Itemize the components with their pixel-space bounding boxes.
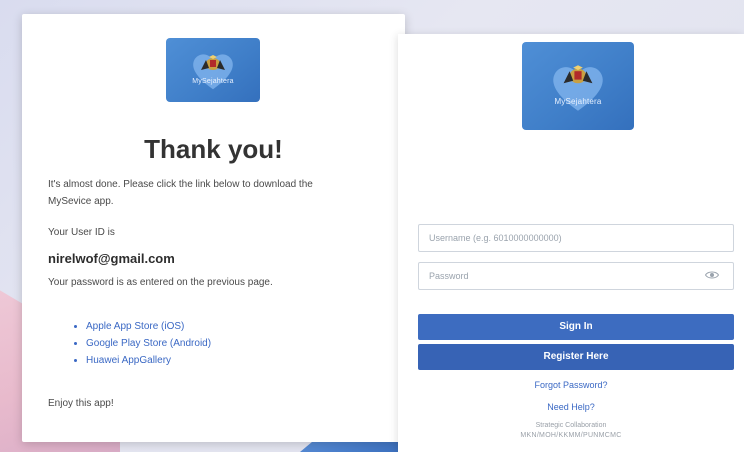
logo-brand-text: MySejahtera — [192, 77, 234, 85]
password-note: Your password is as entered on the previ… — [48, 277, 273, 288]
list-item: Huawei AppGallery — [86, 352, 211, 369]
user-id-value: nirelwof@gmail.com — [48, 251, 175, 266]
huawei-appgallery-link[interactable]: Huawei AppGallery — [86, 355, 171, 366]
footer-agencies-text: MKN/MOH/KKMM/PUNMCMC — [520, 432, 622, 439]
register-button[interactable]: Register Here — [418, 344, 734, 370]
crest-icon — [201, 54, 225, 70]
sign-in-button[interactable]: Sign In — [418, 314, 734, 340]
password-input[interactable] — [418, 262, 734, 290]
page-title: Thank you! — [144, 134, 283, 164]
forgot-password-link[interactable]: Forgot Password? — [398, 380, 744, 390]
app-logo: MySejahtera — [522, 42, 634, 130]
thank-you-card: MySejahtera Thank you! It's almost done.… — [22, 14, 405, 442]
list-item: Apple App Store (iOS) — [86, 318, 211, 335]
login-card: MySejahtera Sign In Register Here Forgot… — [398, 34, 744, 452]
list-item: Google Play Store (Android) — [86, 335, 211, 352]
username-input[interactable] — [418, 224, 734, 252]
user-id-label: Your User ID is — [48, 227, 115, 238]
google-play-store-link[interactable]: Google Play Store (Android) — [86, 338, 211, 349]
crest-icon — [563, 65, 593, 84]
eye-icon[interactable] — [702, 270, 722, 282]
store-link-list: Apple App Store (iOS) Google Play Store … — [74, 318, 211, 369]
app-logo: MySejahtera — [166, 38, 260, 102]
apple-app-store-link[interactable]: Apple App Store (iOS) — [86, 321, 184, 332]
intro-text: It's almost done. Please click the link … — [48, 179, 313, 207]
need-help-link[interactable]: Need Help? — [398, 402, 744, 412]
logo-brand-text: MySejahtera — [554, 96, 602, 106]
footer-collaboration-text: Strategic Collaboration — [535, 422, 607, 429]
closing-text: Enjoy this app! — [48, 398, 114, 409]
